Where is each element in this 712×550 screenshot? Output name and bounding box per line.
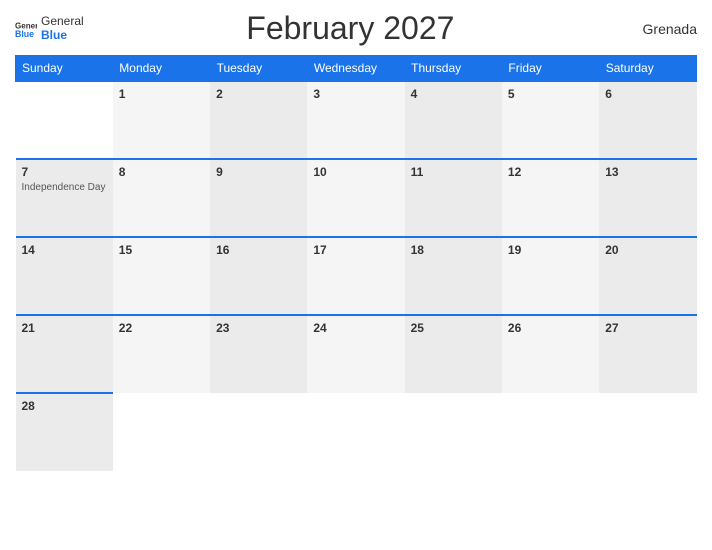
logo-general-text: General (41, 15, 84, 28)
table-row: 14 (16, 237, 113, 315)
table-row: 5 (502, 81, 599, 159)
day-number: 4 (411, 87, 496, 101)
day-number: 23 (216, 321, 301, 335)
calendar-header-row: Sunday Monday Tuesday Wednesday Thursday… (16, 56, 697, 82)
svg-text:Blue: Blue (15, 29, 34, 39)
day-number: 27 (605, 321, 690, 335)
holiday-label: Independence Day (22, 181, 107, 194)
day-number: 1 (119, 87, 204, 101)
table-row (16, 81, 113, 159)
day-number: 7 (22, 165, 107, 179)
day-number: 3 (313, 87, 398, 101)
table-row: 25 (405, 315, 502, 393)
calendar-container: General Blue General Blue February 2027 … (0, 0, 712, 550)
day-number: 17 (313, 243, 398, 257)
table-row: 16 (210, 237, 307, 315)
calendar-header: General Blue General Blue February 2027 … (15, 10, 697, 47)
country-label: Grenada (617, 21, 697, 37)
table-row (502, 393, 599, 471)
table-row: 10 (307, 159, 404, 237)
day-number: 25 (411, 321, 496, 335)
table-row (210, 393, 307, 471)
table-row: 2 (210, 81, 307, 159)
table-row: 24 (307, 315, 404, 393)
table-row: 4 (405, 81, 502, 159)
day-number: 18 (411, 243, 496, 257)
col-sunday: Sunday (16, 56, 113, 82)
day-number: 15 (119, 243, 204, 257)
table-row: 26 (502, 315, 599, 393)
day-number: 9 (216, 165, 301, 179)
table-row: 19 (502, 237, 599, 315)
table-row: 8 (113, 159, 210, 237)
day-number: 22 (119, 321, 204, 335)
day-number: 24 (313, 321, 398, 335)
day-number: 14 (22, 243, 107, 257)
table-row: 27 (599, 315, 696, 393)
table-row (307, 393, 404, 471)
month-title: February 2027 (84, 10, 617, 47)
logo: General Blue General Blue (15, 15, 84, 41)
table-row: 28 (16, 393, 113, 471)
table-row: 15 (113, 237, 210, 315)
table-row (405, 393, 502, 471)
table-row: 9 (210, 159, 307, 237)
col-thursday: Thursday (405, 56, 502, 82)
table-row: 13 (599, 159, 696, 237)
col-friday: Friday (502, 56, 599, 82)
table-row: 7 Independence Day (16, 159, 113, 237)
table-row: 21 (16, 315, 113, 393)
day-number: 10 (313, 165, 398, 179)
day-number: 19 (508, 243, 593, 257)
day-number: 21 (22, 321, 107, 335)
day-number: 16 (216, 243, 301, 257)
logo-icon: General Blue (15, 18, 37, 40)
table-row (599, 393, 696, 471)
calendar-body: 1234567Independence Day89101112131415161… (16, 81, 697, 471)
day-number: 26 (508, 321, 593, 335)
day-number: 8 (119, 165, 204, 179)
table-row: 17 (307, 237, 404, 315)
table-row: 6 (599, 81, 696, 159)
col-saturday: Saturday (599, 56, 696, 82)
table-row: 18 (405, 237, 502, 315)
day-number: 28 (22, 399, 107, 413)
table-row: 1 (113, 81, 210, 159)
day-number: 2 (216, 87, 301, 101)
table-row (113, 393, 210, 471)
day-number: 11 (411, 165, 496, 179)
day-number: 13 (605, 165, 690, 179)
calendar-table: Sunday Monday Tuesday Wednesday Thursday… (15, 55, 697, 471)
table-row: 12 (502, 159, 599, 237)
col-monday: Monday (113, 56, 210, 82)
col-tuesday: Tuesday (210, 56, 307, 82)
day-number: 5 (508, 87, 593, 101)
table-row: 20 (599, 237, 696, 315)
day-number: 20 (605, 243, 690, 257)
logo-blue-text: Blue (41, 29, 84, 42)
table-row: 3 (307, 81, 404, 159)
table-row: 11 (405, 159, 502, 237)
table-row: 22 (113, 315, 210, 393)
col-wednesday: Wednesday (307, 56, 404, 82)
day-number: 12 (508, 165, 593, 179)
table-row: 23 (210, 315, 307, 393)
day-number: 6 (605, 87, 690, 101)
